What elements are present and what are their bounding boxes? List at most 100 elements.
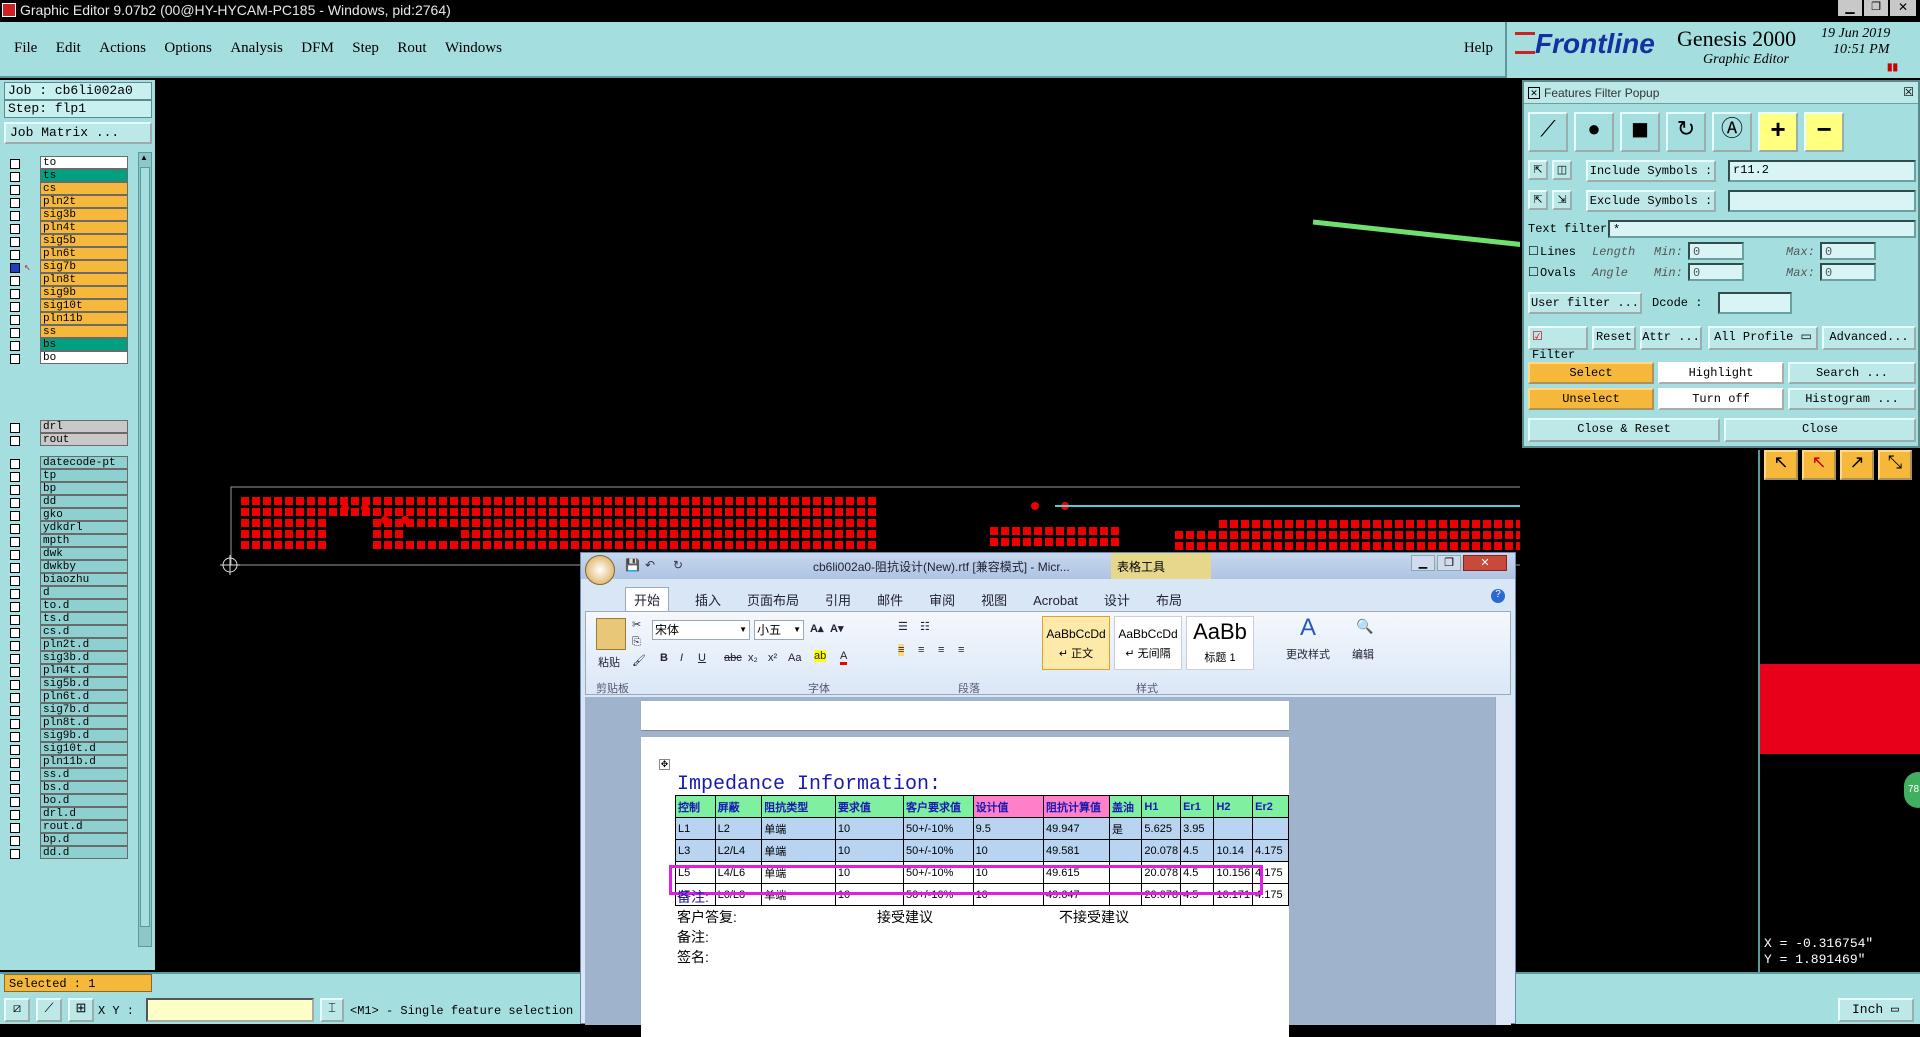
layer-row[interactable]: pln4t bbox=[6, 221, 128, 234]
cursor-mode-icon[interactable]: ⌶ bbox=[320, 998, 344, 1022]
layer-name[interactable]: bo bbox=[40, 351, 128, 364]
include-symbols-button[interactable]: Include Symbols : bbox=[1586, 160, 1716, 182]
layer-row[interactable]: pln4t.d bbox=[6, 664, 128, 677]
layer-checkbox[interactable] bbox=[10, 615, 20, 625]
grid-tool-icon[interactable]: ⊞ bbox=[68, 998, 94, 1022]
layer-checkbox[interactable] bbox=[10, 524, 20, 534]
positive-polarity-button[interactable]: + bbox=[1758, 112, 1798, 152]
layer-row[interactable]: bo bbox=[6, 351, 128, 364]
layer-checkbox[interactable] bbox=[10, 289, 20, 299]
office-button-icon[interactable] bbox=[585, 555, 615, 585]
bold-icon[interactable]: B bbox=[660, 652, 668, 664]
layer-checkbox[interactable] bbox=[10, 459, 20, 469]
layer-checkbox[interactable] bbox=[10, 576, 20, 586]
table-cell[interactable]: 4.175 bbox=[1252, 839, 1289, 862]
exclude-symbols-input[interactable] bbox=[1728, 190, 1916, 212]
document-page[interactable]: ✥ Impedance Information: 控制 屏蔽 阻抗类型 要求值 客户要求… bbox=[641, 737, 1289, 1037]
layer-name[interactable]: rout bbox=[40, 433, 128, 446]
layer-name[interactable]: sig10t.d bbox=[40, 742, 128, 755]
layer-row[interactable]: tp bbox=[6, 469, 128, 482]
ruler-tool-icon[interactable]: ⟋ bbox=[36, 998, 62, 1022]
move-tool-icon[interactable]: ↗ bbox=[1840, 450, 1874, 480]
length-min-input[interactable]: 0 bbox=[1688, 242, 1744, 260]
layer-row[interactable]: sig5b bbox=[6, 234, 128, 247]
layer-name[interactable]: bs bbox=[40, 338, 128, 351]
table-header-cell[interactable]: H2 bbox=[1213, 795, 1254, 818]
text-symbol-button[interactable]: Ⓐ bbox=[1712, 112, 1752, 152]
layer-name[interactable]: pln6t bbox=[40, 247, 128, 260]
grow-font-icon[interactable]: A▴ bbox=[810, 622, 823, 635]
layer-name[interactable]: ss.d bbox=[40, 768, 128, 781]
layer-name[interactable]: pln11b.d bbox=[40, 755, 128, 768]
table-cell[interactable]: L2/L4 bbox=[714, 839, 763, 862]
layer-row[interactable]: rout bbox=[6, 433, 128, 446]
layer-row[interactable]: to.d bbox=[6, 599, 128, 612]
layer-name[interactable]: sig7b.d bbox=[40, 703, 128, 716]
layer-checkbox[interactable] bbox=[10, 211, 20, 221]
ribbon-tab[interactable]: 设计 bbox=[1104, 590, 1130, 609]
style-preset[interactable]: AaBbCcDd ↵ 正文 bbox=[1042, 616, 1110, 670]
layer-row[interactable]: d bbox=[6, 586, 128, 599]
layer-checkbox[interactable] bbox=[10, 680, 20, 690]
layer-row[interactable]: datecode-pt bbox=[6, 456, 128, 469]
highlight-button[interactable]: Highlight bbox=[1658, 362, 1784, 384]
layer-checkbox[interactable] bbox=[10, 719, 20, 729]
layer-row[interactable]: drl.d bbox=[6, 807, 128, 820]
table-header-cell[interactable]: Er1 bbox=[1180, 795, 1215, 818]
layer-checkbox[interactable] bbox=[10, 436, 20, 446]
table-cell[interactable]: 49.947 bbox=[1043, 817, 1111, 840]
maximize-button[interactable]: ❐ bbox=[1864, 0, 1888, 16]
menu-edit[interactable]: Edit bbox=[56, 40, 81, 57]
table-header-cell[interactable]: 客户要求值 bbox=[902, 795, 974, 818]
change-case-icon[interactable]: Aa bbox=[788, 652, 801, 664]
layer-scrollbar[interactable]: ▲ bbox=[138, 152, 152, 947]
ribbon-tab[interactable]: 页面布局 bbox=[747, 590, 799, 609]
layer-checkbox[interactable] bbox=[10, 172, 20, 182]
underline-icon[interactable]: U bbox=[698, 652, 706, 664]
layer-name[interactable]: dwk bbox=[40, 547, 128, 560]
table-cell[interactable] bbox=[1109, 839, 1143, 862]
bullets-icon[interactable]: ☰ bbox=[898, 620, 908, 633]
layer-name[interactable]: bo.d bbox=[40, 794, 128, 807]
layer-name[interactable]: bp bbox=[40, 482, 128, 495]
ribbon-tab[interactable]: 视图 bbox=[981, 590, 1007, 609]
layer-row[interactable]: sig7b ↖ bbox=[6, 260, 128, 274]
include-pick-icon[interactable]: ⇱ bbox=[1528, 160, 1548, 180]
length-max-input[interactable]: 0 bbox=[1820, 242, 1876, 260]
layer-checkbox[interactable] bbox=[10, 810, 20, 820]
table-cell[interactable] bbox=[1213, 817, 1254, 840]
snap-tool-icon[interactable]: ⧄ bbox=[4, 998, 30, 1022]
table-cell[interactable]: 10 bbox=[972, 839, 1045, 862]
layer-row[interactable]: sig5b.d bbox=[6, 677, 128, 690]
table-cell[interactable]: L1 bbox=[675, 817, 716, 840]
layer-name[interactable]: mpth bbox=[40, 534, 128, 547]
layer-row[interactable]: bs.d bbox=[6, 781, 128, 794]
layer-name[interactable]: sig9b.d bbox=[40, 729, 128, 742]
layer-row[interactable]: sig3b bbox=[6, 208, 128, 221]
layer-row[interactable]: sig10t.d bbox=[6, 742, 128, 755]
layer-name[interactable]: dwkby bbox=[40, 560, 128, 573]
layer-row[interactable]: bs bbox=[6, 338, 128, 351]
menu-options[interactable]: Options bbox=[164, 40, 212, 57]
layer-row[interactable]: sig9b.d bbox=[6, 729, 128, 742]
numbering-icon[interactable]: ☷ bbox=[920, 620, 930, 633]
font-size-select[interactable]: 小五 ▼ bbox=[754, 620, 804, 640]
table-row[interactable]: L3 L2/L4 单端 10 50+/-10% 10 49.581 20.078 4.5 10.1… bbox=[675, 839, 1289, 862]
arc-symbol-button[interactable]: ↻ bbox=[1666, 112, 1706, 152]
layer-checkbox[interactable] bbox=[10, 485, 20, 495]
save-icon[interactable]: 💾 bbox=[625, 558, 640, 572]
layer-checkbox[interactable] bbox=[10, 224, 20, 234]
select-button[interactable]: Select bbox=[1528, 362, 1654, 384]
cut-icon[interactable]: ✂ bbox=[632, 618, 641, 631]
layer-row[interactable]: pln2t.d bbox=[6, 638, 128, 651]
style-preset[interactable]: AaBb 标题 1 bbox=[1186, 616, 1254, 670]
layer-name[interactable]: cs bbox=[40, 182, 128, 195]
layer-row[interactable]: bo.d bbox=[6, 794, 128, 807]
layer-name[interactable]: sig10t bbox=[40, 299, 128, 312]
table-cell[interactable]: 50+/-10% bbox=[902, 839, 974, 862]
layer-row[interactable]: ss bbox=[6, 325, 128, 338]
font-color-icon[interactable]: A bbox=[840, 650, 848, 665]
layer-checkbox[interactable] bbox=[10, 302, 20, 312]
layer-checkbox[interactable] bbox=[10, 797, 20, 807]
table-move-handle-icon[interactable]: ✥ bbox=[659, 759, 670, 770]
